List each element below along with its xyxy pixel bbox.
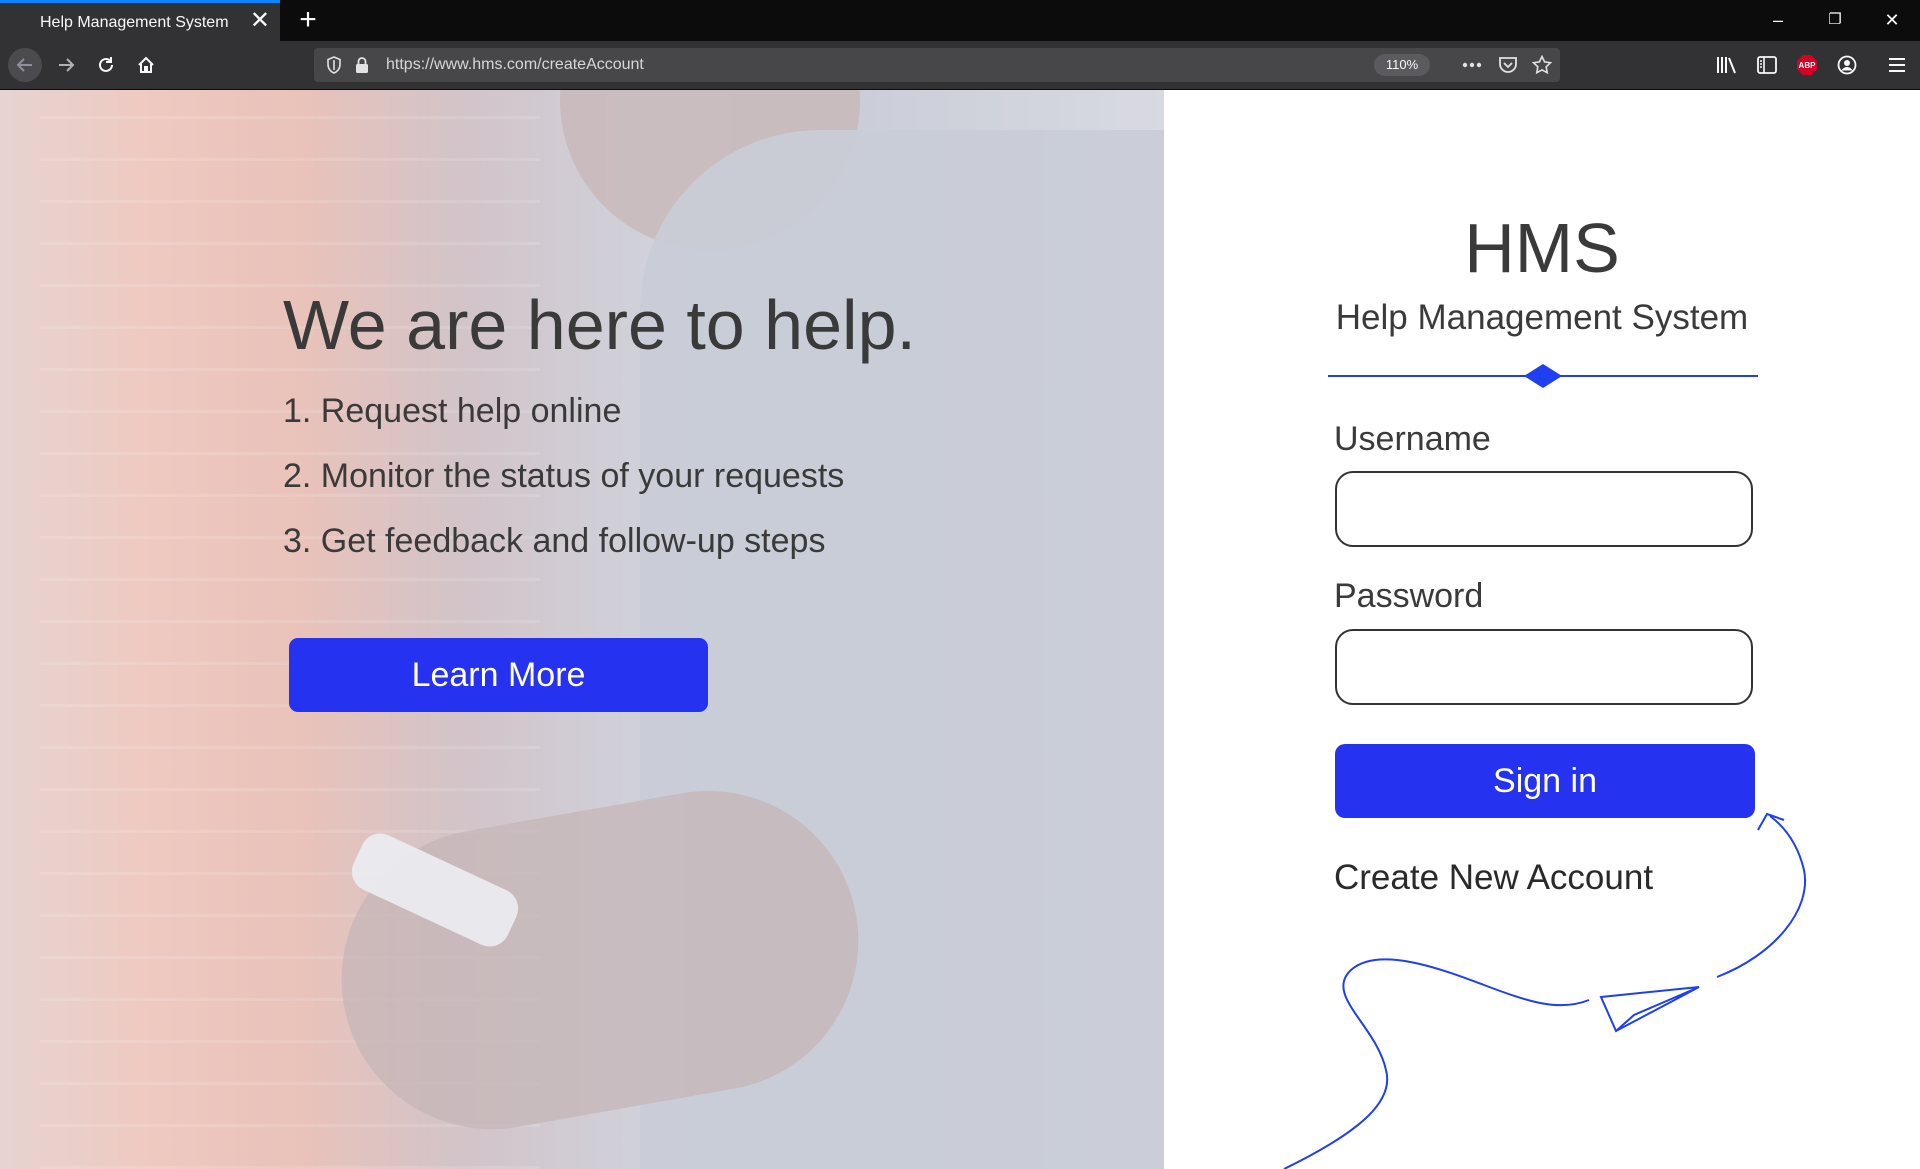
- minimize-icon[interactable]: –: [1758, 6, 1798, 34]
- home-icon[interactable]: [129, 48, 163, 82]
- plus-icon[interactable]: +: [290, 2, 326, 38]
- tab-title: Help Management System: [40, 14, 229, 31]
- adblock-badge: ABP: [1798, 60, 1816, 70]
- create-account-link[interactable]: Create New Account: [1334, 858, 1653, 898]
- address-bar[interactable]: https://www.hms.com/createAccount 110%: [314, 48, 1560, 82]
- adblock-icon[interactable]: ABP: [1790, 48, 1824, 82]
- window-close-icon[interactable]: ✕: [1872, 6, 1912, 34]
- ellipsis-icon[interactable]: [1460, 54, 1484, 76]
- account-icon[interactable]: [1830, 48, 1864, 82]
- arrow-right-icon[interactable]: [49, 48, 83, 82]
- pocket-icon[interactable]: [1496, 54, 1520, 76]
- hero-section: We are here to help. 1. Request help onl…: [0, 90, 1164, 1169]
- lock-icon[interactable]: [350, 54, 374, 76]
- sign-in-button[interactable]: Sign in: [1335, 744, 1755, 818]
- navigation-toolbar: https://www.hms.com/createAccount 110% A…: [0, 41, 1920, 90]
- library-icon[interactable]: [1710, 48, 1744, 82]
- web-page: We are here to help. 1. Request help onl…: [0, 90, 1920, 1169]
- logo-text: HMS: [1464, 209, 1620, 287]
- username-input[interactable]: [1335, 471, 1753, 547]
- shield-icon[interactable]: [322, 54, 346, 76]
- feature-list: 1. Request help online 2. Monitor the st…: [283, 392, 844, 587]
- username-label: Username: [1334, 420, 1491, 458]
- reload-icon[interactable]: [89, 48, 123, 82]
- feature-item: 3. Get feedback and follow-up steps: [283, 522, 826, 560]
- browser-tab[interactable]: Help Management System ✕: [0, 0, 280, 41]
- sidebar-icon[interactable]: [1750, 48, 1784, 82]
- star-icon[interactable]: [1530, 54, 1554, 76]
- hamburger-icon[interactable]: [1880, 48, 1914, 82]
- feature-item: 2. Monitor the status of your requests: [283, 457, 845, 495]
- password-input[interactable]: [1335, 629, 1753, 705]
- url-text[interactable]: https://www.hms.com/createAccount: [386, 56, 644, 74]
- restore-icon[interactable]: ❐: [1815, 6, 1855, 34]
- tab-strip: Help Management System ✕ + – ❐ ✕: [0, 0, 1920, 41]
- hero-headline: We are here to help.: [283, 286, 916, 364]
- arrow-left-icon[interactable]: [8, 48, 42, 82]
- diamond-divider: [1328, 364, 1758, 388]
- learn-more-button[interactable]: Learn More: [289, 638, 708, 712]
- app-subtitle: Help Management System: [1335, 298, 1749, 337]
- login-panel: HMS Help Management System Username Pass…: [1164, 90, 1920, 1169]
- close-icon[interactable]: ✕: [250, 9, 270, 33]
- feature-item: 1. Request help online: [283, 392, 622, 430]
- zoom-badge[interactable]: 110%: [1374, 54, 1430, 76]
- password-label: Password: [1334, 577, 1484, 615]
